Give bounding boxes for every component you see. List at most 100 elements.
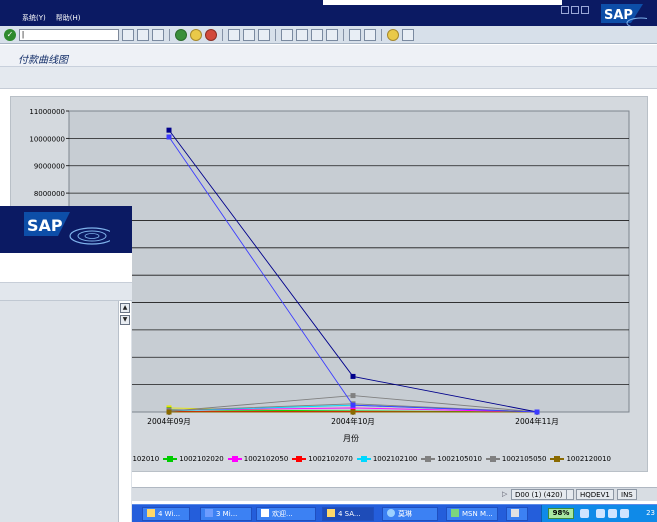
find-icon[interactable] bbox=[243, 28, 255, 41]
title-band-gap bbox=[323, 0, 562, 5]
menu-item-help[interactable]: 帮助(H) bbox=[56, 13, 81, 23]
sap-logo-main: SAP bbox=[601, 4, 647, 27]
screen-title-bar: 付款曲线图 bbox=[0, 45, 657, 67]
application-toolbar bbox=[0, 67, 657, 89]
shortcut-icon[interactable] bbox=[364, 28, 376, 41]
legend-item: 1002120010 bbox=[550, 455, 611, 463]
toolbar-separator bbox=[169, 28, 170, 41]
y-tick-label: 10000000 bbox=[29, 135, 65, 143]
legend-label: 1002120010 bbox=[566, 455, 612, 463]
tray-app-icon[interactable] bbox=[608, 509, 617, 518]
taskbar-item[interactable]: MSN M... bbox=[446, 507, 498, 521]
vertical-scrollbar[interactable]: ▲ ▼ bbox=[118, 301, 131, 522]
data-point bbox=[350, 402, 356, 408]
taskbar-item[interactable] bbox=[506, 507, 528, 521]
back-icon[interactable] bbox=[175, 28, 187, 41]
maximize-icon[interactable] bbox=[571, 6, 579, 14]
data-point bbox=[166, 409, 172, 415]
create-session-icon[interactable] bbox=[349, 28, 361, 41]
cancel-icon[interactable] bbox=[205, 28, 217, 41]
data-point bbox=[350, 409, 356, 415]
status-expand-icon[interactable]: ▷ bbox=[502, 490, 507, 498]
help-icon[interactable] bbox=[387, 28, 399, 41]
toolbar-separator bbox=[275, 28, 276, 41]
status-server: HQDEV1 bbox=[576, 489, 614, 500]
find-next-icon[interactable] bbox=[258, 28, 270, 41]
x-axis-label: 月份 bbox=[343, 433, 359, 443]
x-tick-label: 2004年11月 bbox=[515, 416, 559, 426]
legend-swatch bbox=[485, 456, 500, 462]
taskbar-item[interactable]: 4 Wi... bbox=[142, 507, 190, 521]
command-dropdown-icon[interactable] bbox=[122, 28, 134, 41]
first-page-icon[interactable] bbox=[281, 28, 293, 41]
legend-swatch bbox=[550, 456, 565, 462]
tray-app-icon[interactable] bbox=[620, 509, 629, 518]
y-tick-label: 8000000 bbox=[34, 190, 65, 198]
layout-menu-icon[interactable] bbox=[402, 28, 414, 41]
legend-item: 1002102100 bbox=[356, 455, 418, 463]
legend-item: 1002102020 bbox=[163, 455, 224, 463]
browser-icon bbox=[387, 509, 395, 517]
taskbar-item[interactable]: 莫琳 bbox=[382, 507, 438, 521]
x-tick-label: 2004年09月 bbox=[147, 416, 191, 426]
status-mode: INS bbox=[617, 489, 637, 500]
enter-icon[interactable]: ✓ bbox=[4, 28, 16, 41]
command-field[interactable] bbox=[19, 28, 119, 41]
network-icon[interactable] bbox=[580, 509, 589, 518]
folder-icon bbox=[147, 509, 155, 517]
y-axis-ticks: 11000000 10000000 9000000 8000000 bbox=[29, 108, 69, 198]
legend-item: 1002105050 bbox=[485, 455, 546, 463]
legend-swatch bbox=[292, 456, 307, 462]
status-server-icon[interactable] bbox=[566, 489, 574, 500]
word-icon bbox=[205, 509, 213, 517]
close-icon[interactable] bbox=[581, 6, 589, 14]
exit-icon[interactable] bbox=[190, 28, 202, 41]
system-tray: 98% 23 bbox=[541, 505, 657, 522]
toolbar-separator bbox=[343, 28, 344, 41]
legend-label: 1002102070 bbox=[308, 455, 353, 463]
legend-label: 1002102020 bbox=[179, 455, 224, 463]
previous-page-icon[interactable] bbox=[296, 28, 308, 41]
data-point bbox=[350, 373, 356, 379]
last-page-icon[interactable] bbox=[326, 28, 338, 41]
legend-item: 2102010 bbox=[128, 455, 159, 463]
scroll-up-icon[interactable]: ▲ bbox=[120, 303, 130, 313]
print-icon[interactable] bbox=[228, 28, 240, 41]
save-icon[interactable] bbox=[152, 28, 164, 41]
legend-swatch bbox=[421, 456, 436, 462]
y-tick-label: 11000000 bbox=[29, 108, 65, 116]
clock: 23 bbox=[646, 509, 655, 517]
legend-item: 1002102050 bbox=[227, 455, 289, 463]
sap-icon bbox=[327, 509, 335, 517]
legend-item: 1002105010 bbox=[421, 455, 482, 463]
toolbar-separator bbox=[222, 28, 223, 41]
back-nav-icon[interactable] bbox=[137, 28, 149, 41]
standard-toolbar: ✓ bbox=[0, 26, 657, 44]
next-page-icon[interactable] bbox=[311, 28, 323, 41]
scroll-down-icon[interactable]: ▼ bbox=[120, 315, 130, 325]
volume-icon[interactable] bbox=[596, 509, 605, 518]
chart-legend: 2102010 1002102020 1002102050 1002102070 10… bbox=[128, 453, 611, 465]
legend-swatch bbox=[356, 456, 371, 462]
battery-indicator: 98% bbox=[548, 508, 574, 519]
taskbar-item[interactable]: 欢迎... bbox=[256, 507, 316, 521]
taskbar-item[interactable]: 3 Mi... bbox=[200, 507, 252, 521]
menu-bar: 系统(Y) 帮助(H) bbox=[0, 11, 80, 25]
y-tick-label: 9000000 bbox=[34, 163, 65, 171]
legend-item: 1002102070 bbox=[292, 455, 353, 463]
secondary-app-bar bbox=[0, 283, 132, 301]
status-bar: ▷ D00 (1) (420) HQDEV1 INS bbox=[128, 487, 657, 501]
document-icon bbox=[261, 509, 269, 517]
plot-area bbox=[68, 110, 630, 413]
secondary-sap-window: SAP ▲ ▼ bbox=[0, 206, 132, 522]
legend-label: 1002102100 bbox=[372, 455, 418, 463]
svg-text:SAP: SAP bbox=[27, 216, 63, 235]
secondary-toolbar bbox=[0, 253, 132, 283]
minimize-icon[interactable] bbox=[561, 6, 569, 14]
legend-label: 1002102050 bbox=[243, 455, 289, 463]
toolbar-separator bbox=[381, 28, 382, 41]
data-point bbox=[166, 127, 172, 133]
data-point bbox=[534, 409, 540, 415]
menu-item-system[interactable]: 系统(Y) bbox=[22, 13, 46, 23]
taskbar-item-active[interactable]: 4 SA... bbox=[322, 507, 374, 521]
